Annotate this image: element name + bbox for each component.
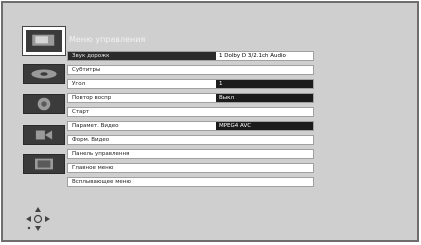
row-start[interactable]: Старт: [67, 107, 314, 117]
menu-title: Меню управления: [69, 35, 146, 44]
row-label: Парамет. Видео: [72, 123, 119, 129]
row-label: Субтитры: [72, 67, 101, 73]
row-label: Форм. Видео: [72, 137, 110, 143]
row-value: [216, 108, 313, 116]
row-label: Главное меню: [72, 165, 114, 171]
row-main-menu[interactable]: Главное меню: [67, 163, 314, 173]
row-label: Старт: [72, 109, 90, 115]
row-label: Панель управлення: [72, 151, 130, 157]
row-label: Звук дорожк: [72, 53, 110, 59]
row-subtitles[interactable]: Субтитры: [67, 65, 314, 75]
row-value: [216, 66, 313, 74]
row-video-params[interactable]: Парамет. Видео MPEG4 AVC: [67, 121, 314, 131]
row-value: [216, 136, 313, 144]
row-value: [216, 178, 313, 186]
row-control-panel[interactable]: Панель управлення: [67, 149, 314, 159]
disc-active-icon[interactable]: [22, 26, 66, 56]
row-video-format[interactable]: Форм. Видео: [67, 135, 314, 145]
disc-flat-icon[interactable]: [23, 64, 65, 84]
row-value: Выкл: [216, 94, 313, 102]
control-menu-screen: Меню управления Звук дорожк 1 Dolby D 3/…: [1, 1, 419, 242]
settings-icon[interactable]: [23, 125, 65, 145]
dpad-navigation-icon: [25, 206, 51, 232]
row-label: Всплывающее меню: [72, 179, 131, 185]
row-repeat[interactable]: Повтор воспр Выкл: [67, 93, 314, 103]
row-value: [216, 150, 313, 158]
speaker-icon[interactable]: [23, 94, 65, 114]
tv-icon[interactable]: [23, 154, 65, 174]
row-audio-track[interactable]: Звук дорожк 1 Dolby D 3/2.1ch Audio: [67, 51, 314, 61]
row-angle[interactable]: Угол 1: [67, 79, 314, 89]
row-popup-menu[interactable]: Всплывающее меню: [67, 177, 314, 187]
row-value: [216, 164, 313, 172]
row-value: 1: [216, 80, 313, 88]
row-label: Повтор воспр: [72, 95, 112, 101]
row-value: 1 Dolby D 3/2.1ch Audio: [216, 52, 313, 60]
row-value: MPEG4 AVC: [216, 122, 313, 130]
row-label: Угол: [72, 81, 86, 87]
